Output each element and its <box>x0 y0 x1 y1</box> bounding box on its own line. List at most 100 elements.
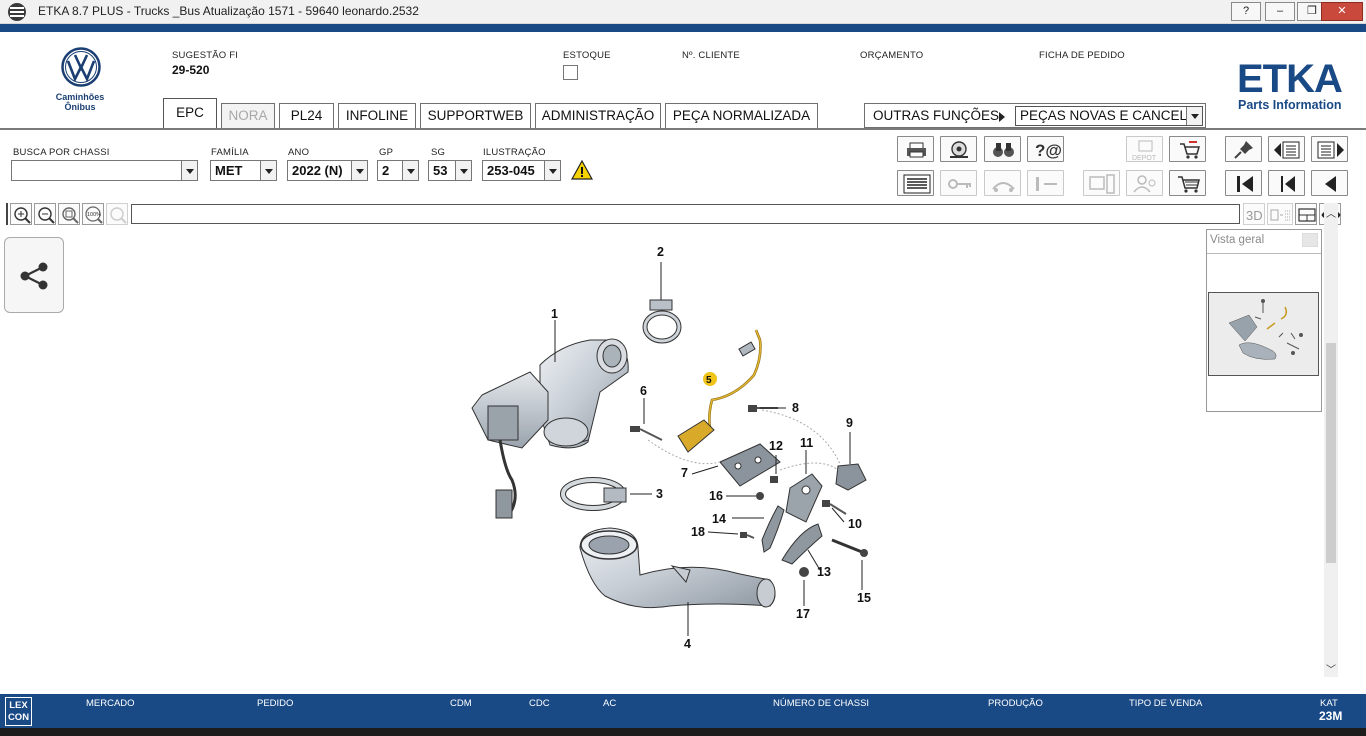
tab-pl24[interactable]: PL24 <box>279 103 334 128</box>
part-label-13[interactable]: 13 <box>817 565 831 579</box>
cart-button[interactable] <box>1169 170 1206 196</box>
print-button[interactable] <box>897 136 934 162</box>
part-label-15[interactable]: 15 <box>857 591 871 605</box>
previous-button[interactable] <box>1268 170 1305 196</box>
share-button[interactable] <box>4 237 64 313</box>
part-label-16[interactable]: 16 <box>709 489 723 503</box>
sg-select[interactable]: 53 <box>428 160 472 181</box>
part-label-6[interactable]: 6 <box>640 384 647 398</box>
tab-peca-normalizada[interactable]: PEÇA NORMALIZADA <box>665 103 818 128</box>
cart-icon <box>1180 141 1200 159</box>
users-button[interactable] <box>1126 170 1163 196</box>
terminal-button[interactable] <box>1083 170 1120 196</box>
tab-infoline[interactable]: INFOLINE <box>338 103 416 128</box>
view-3d-button[interactable]: 3D <box>1243 203 1265 225</box>
part-label-2[interactable]: 2 <box>657 245 664 259</box>
prev-page-button[interactable] <box>1268 136 1305 162</box>
part-label-8[interactable]: 8 <box>792 401 799 415</box>
chevron-down-icon[interactable] <box>260 161 276 180</box>
illustration-path-field[interactable] <box>131 204 1240 224</box>
ilustracao-select[interactable]: 253-045 <box>482 160 561 181</box>
part-15-bolt[interactable] <box>831 538 868 557</box>
zoom-in-button[interactable] <box>10 203 32 225</box>
hotspot-button[interactable] <box>1267 203 1293 225</box>
zoom-fit-button[interactable] <box>58 203 80 225</box>
part-9-bracket[interactable] <box>835 463 867 491</box>
scroll-down-icon[interactable]: ﹀ <box>1326 661 1336 676</box>
part-label-7[interactable]: 7 <box>681 466 688 480</box>
chevron-down-icon[interactable] <box>402 161 418 180</box>
part-label-14[interactable]: 14 <box>712 512 726 526</box>
ano-select[interactable]: 2022 (N) <box>287 160 368 181</box>
ilustracao-value: 253-045 <box>487 163 535 178</box>
part-11-mount[interactable] <box>785 473 823 523</box>
part-label-11[interactable]: 11 <box>800 436 813 450</box>
chevron-down-icon[interactable] <box>181 161 197 180</box>
part-label-9[interactable]: 9 <box>846 416 853 430</box>
illustration-canvas[interactable]: 1 2 3 4 5 6 7 8 9 10 11 12 13 14 15 16 1… <box>0 227 1324 692</box>
part-16-nut[interactable] <box>756 492 764 500</box>
part-6-bolt[interactable] <box>630 426 663 441</box>
estoque-checkbox[interactable] <box>563 65 578 80</box>
part-label-12[interactable]: 12 <box>769 439 783 453</box>
part-12-bolt[interactable] <box>770 476 778 483</box>
part-10-bolt[interactable] <box>822 500 847 515</box>
tab-administracao[interactable]: ADMINISTRAÇÃO <box>535 103 661 128</box>
back-button[interactable] <box>1311 170 1348 196</box>
part-14-bracket[interactable] <box>761 505 785 553</box>
cart-minus-button[interactable] <box>1169 136 1206 162</box>
help-button[interactable]: ? <box>1231 2 1261 21</box>
tab-epc[interactable]: EPC <box>163 98 217 128</box>
part-3-clamp[interactable] <box>560 477 627 511</box>
part-label-3[interactable]: 3 <box>656 487 663 501</box>
disc-button[interactable] <box>940 136 977 162</box>
part-5-sensor-highlighted[interactable] <box>677 329 762 453</box>
tab-supportweb[interactable]: SUPPORTWEB <box>420 103 531 128</box>
part-2-clamp[interactable] <box>642 299 682 344</box>
first-page-button[interactable] <box>1225 170 1262 196</box>
part-4-exhaust-pipe[interactable] <box>579 527 776 609</box>
outras-funcoes-select[interactable]: PEÇAS NOVAS E CANCEL. <box>1015 106 1203 126</box>
scrollbar-thumb[interactable] <box>1326 343 1336 563</box>
list-button[interactable] <box>897 170 934 196</box>
part-label-1[interactable]: 1 <box>551 307 558 321</box>
overview-close-icon[interactable] <box>1302 233 1318 247</box>
split-view-button[interactable] <box>1295 203 1317 225</box>
close-button[interactable]: ✕ <box>1321 2 1363 21</box>
chevron-down-icon[interactable] <box>455 161 471 180</box>
outras-funcoes-label[interactable]: OUTRAS FUNÇÕES <box>873 108 999 123</box>
part-label-10[interactable]: 10 <box>848 517 862 531</box>
vehicle-button[interactable] <box>984 170 1021 196</box>
app-icon[interactable] <box>8 3 26 21</box>
minimize-button[interactable]: – <box>1265 2 1295 21</box>
chassi-select[interactable] <box>11 160 198 181</box>
part-label-5[interactable]: 5 <box>706 375 712 386</box>
vertical-scrollbar[interactable]: ︿ ﹀ <box>1324 203 1338 677</box>
binoculars-button[interactable] <box>984 136 1021 162</box>
zoom-out-button[interactable] <box>34 203 56 225</box>
help-contact-button[interactable]: ?@ <box>1027 136 1064 162</box>
key-button[interactable] <box>940 170 977 196</box>
remove-button[interactable] <box>1027 170 1064 196</box>
tab-nora[interactable]: NORA <box>221 103 275 128</box>
scroll-up-icon[interactable]: ︿ <box>1326 205 1336 220</box>
overview-thumbnail[interactable] <box>1208 292 1319 376</box>
warning-icon[interactable] <box>571 160 593 181</box>
zoom-100-button[interactable]: 100% <box>82 203 104 225</box>
part-13-bracket[interactable] <box>781 523 823 565</box>
chevron-down-icon[interactable] <box>544 161 560 180</box>
familia-select[interactable]: MET <box>210 160 277 181</box>
part-label-17[interactable]: 17 <box>796 607 810 621</box>
gp-select[interactable]: 2 <box>377 160 419 181</box>
pin-icon <box>1234 141 1253 159</box>
part-18-bolt[interactable] <box>740 532 755 539</box>
part-label-18[interactable]: 18 <box>691 525 705 539</box>
chevron-down-icon[interactable] <box>351 161 367 180</box>
depot-button[interactable]: DEPOT <box>1126 136 1163 162</box>
part-17-nut[interactable] <box>799 567 809 577</box>
pin-button[interactable] <box>1225 136 1262 162</box>
chevron-down-icon[interactable] <box>1186 107 1202 125</box>
part-label-4[interactable]: 4 <box>684 637 691 651</box>
next-page-button[interactable] <box>1311 136 1348 162</box>
zoom-reset-button[interactable] <box>106 203 128 225</box>
